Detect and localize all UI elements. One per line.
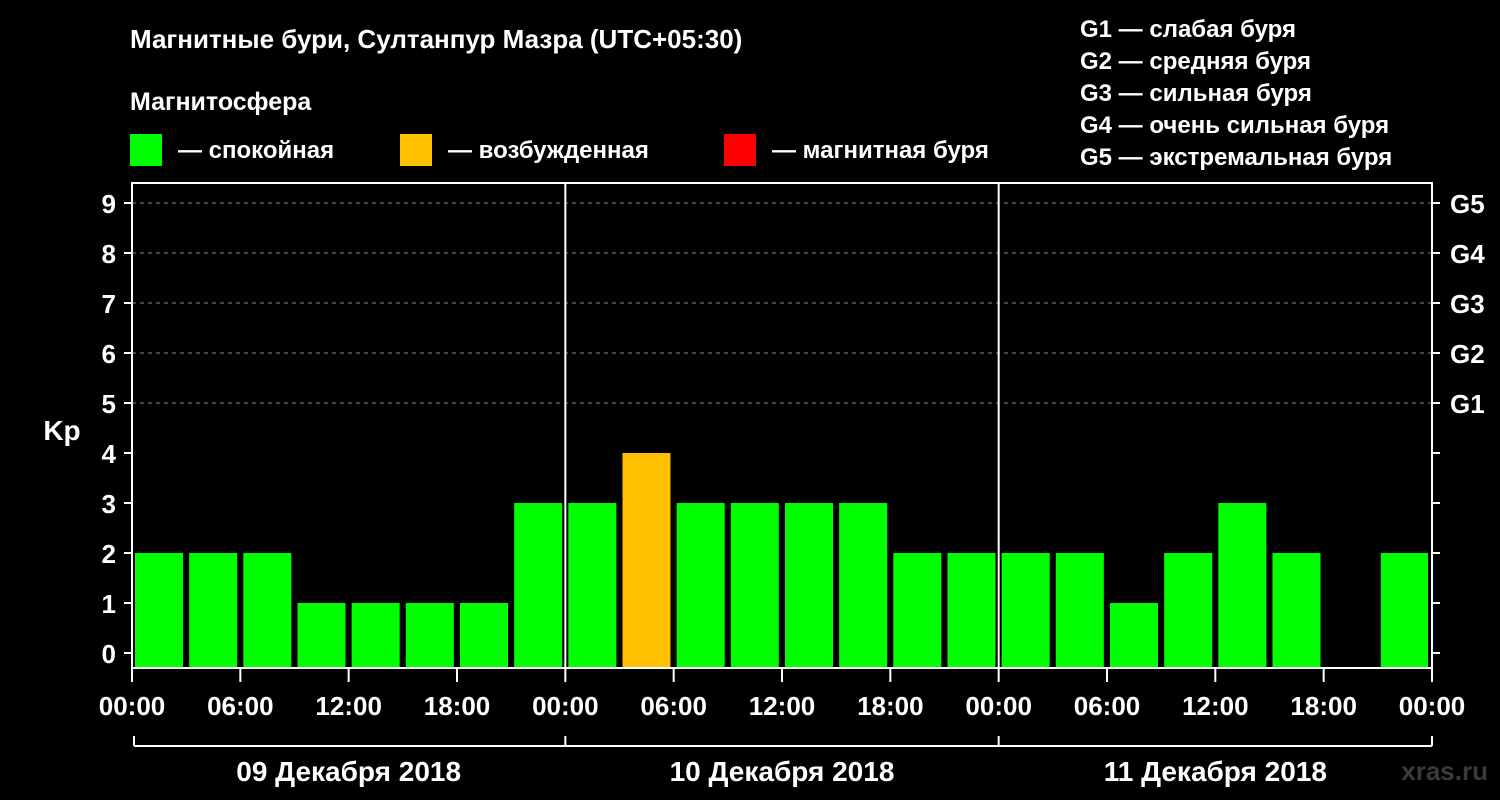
x-tick-label: 18:00 bbox=[857, 691, 924, 721]
x-tick-label: 06:00 bbox=[640, 691, 707, 721]
g-scale-legend: G1 — слабая буря G2 — средняя буря G3 — … bbox=[1080, 16, 1392, 171]
kp-bar bbox=[568, 503, 617, 668]
legend-swatch-excited bbox=[400, 134, 432, 166]
g-scale-item-g3: G3 — сильная буря bbox=[1080, 80, 1312, 107]
kp-bar bbox=[135, 553, 183, 668]
legend-item-excited: — возбужденная bbox=[400, 134, 649, 166]
kp-chart: Магнитные бури, Султанпур Мазра (UTC+05:… bbox=[43, 16, 1488, 787]
x-tick-label: 18:00 bbox=[1290, 691, 1357, 721]
x-tick-label: 12:00 bbox=[749, 691, 816, 721]
y-tick-label: 2 bbox=[102, 539, 116, 569]
legend-heading: Магнитосфера bbox=[130, 88, 312, 116]
day-label: 10 Декабря 2018 bbox=[670, 756, 895, 787]
day-label: 11 Декабря 2018 bbox=[1104, 756, 1327, 787]
kp-bar bbox=[1164, 553, 1213, 668]
legend-swatch-calm bbox=[130, 134, 162, 166]
y-tick-label: 8 bbox=[102, 239, 116, 269]
kp-bar bbox=[622, 453, 671, 668]
chart-title: Магнитные бури, Султанпур Мазра (UTC+05:… bbox=[130, 24, 742, 54]
x-tick-label: 00:00 bbox=[99, 691, 166, 721]
kp-bar bbox=[1272, 553, 1321, 668]
x-tick-label: 06:00 bbox=[207, 691, 274, 721]
kp-bar bbox=[405, 603, 454, 668]
g-scale-item-g5: G5 — экстремальная буря bbox=[1080, 144, 1392, 171]
labels-layer: 0 1 2 3 4 5 6 7 8 9 G1 G2 G3 G4 G5 00:00 06:00 12:00 18:00… bbox=[99, 189, 1485, 787]
g-level-label: G5 bbox=[1450, 189, 1485, 219]
legend-label-calm: — спокойная bbox=[178, 137, 334, 164]
g-level-label: G1 bbox=[1450, 389, 1485, 419]
kp-bar bbox=[1110, 603, 1158, 668]
bars-layer bbox=[135, 453, 1428, 668]
y-axis-label: Kp bbox=[43, 415, 80, 446]
kp-bar bbox=[297, 603, 346, 668]
kp-bar bbox=[947, 553, 996, 668]
day-label: 09 Декабря 2018 bbox=[236, 756, 461, 787]
g-scale-item-g2: G2 — средняя буря bbox=[1080, 48, 1311, 75]
x-tick-label: 18:00 bbox=[424, 691, 491, 721]
kp-bar bbox=[785, 503, 833, 668]
y-tick-label: 7 bbox=[102, 289, 116, 319]
kp-bar bbox=[893, 553, 942, 668]
x-tick-label: 00:00 bbox=[1399, 691, 1466, 721]
kp-bar bbox=[1218, 503, 1267, 668]
x-tick-label: 00:00 bbox=[532, 691, 599, 721]
kp-bar bbox=[351, 603, 400, 668]
y-tick-label: 5 bbox=[102, 389, 116, 419]
y-tick-label: 4 bbox=[102, 439, 117, 469]
g-level-label: G3 bbox=[1450, 289, 1485, 319]
kp-bar bbox=[243, 553, 292, 668]
y-tick-label: 9 bbox=[102, 189, 116, 219]
kp-bar bbox=[514, 503, 563, 668]
y-tick-label: 3 bbox=[102, 489, 116, 519]
legend-item-storm: — магнитная буря bbox=[724, 134, 989, 166]
legend-label-excited: — возбужденная bbox=[448, 137, 649, 164]
legend-swatch-storm bbox=[724, 134, 756, 166]
x-tick-label: 00:00 bbox=[965, 691, 1032, 721]
y-tick-label: 1 bbox=[102, 589, 116, 619]
watermark: xras.ru bbox=[1401, 756, 1488, 786]
legend-item-calm: — спокойная bbox=[130, 134, 334, 166]
kp-bar bbox=[730, 503, 779, 668]
g-scale-item-g4: G4 — очень сильная буря bbox=[1080, 112, 1389, 139]
kp-bar bbox=[460, 603, 508, 668]
legend-label-storm: — магнитная буря bbox=[772, 137, 989, 164]
g-level-label: G4 bbox=[1450, 239, 1485, 269]
y-tick-label: 6 bbox=[102, 339, 116, 369]
kp-bar bbox=[1055, 553, 1104, 668]
x-tick-label: 12:00 bbox=[315, 691, 382, 721]
kp-bar bbox=[1001, 553, 1050, 668]
kp-bar bbox=[839, 503, 888, 668]
grid-layer bbox=[132, 202, 1432, 404]
y-tick-label: 0 bbox=[102, 639, 116, 669]
g-scale-item-g1: G1 — слабая буря bbox=[1080, 16, 1296, 43]
kp-bar bbox=[1380, 553, 1428, 668]
kp-bar bbox=[189, 553, 238, 668]
kp-bar bbox=[676, 503, 725, 668]
g-level-label: G2 bbox=[1450, 339, 1485, 369]
x-tick-label: 12:00 bbox=[1182, 691, 1249, 721]
x-tick-label: 06:00 bbox=[1074, 691, 1141, 721]
